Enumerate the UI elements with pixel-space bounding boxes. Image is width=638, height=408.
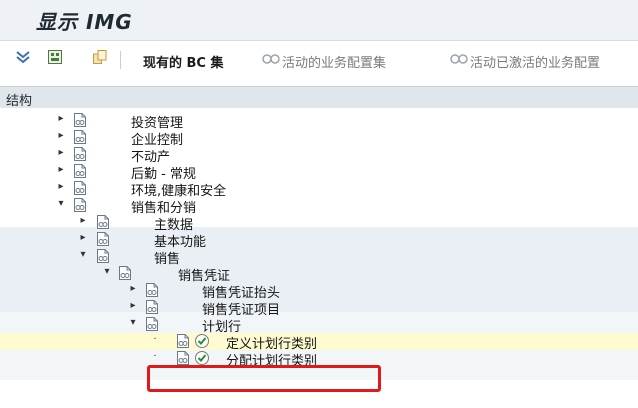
- tree-row[interactable]: ▸ 投资管理: [0, 112, 638, 131]
- page-title: 显示 IMG: [36, 10, 133, 34]
- tree-row[interactable]: ▸ 后勤 - 常规: [0, 163, 638, 182]
- expand-arrow-icon[interactable]: ▸: [128, 283, 138, 294]
- tree-row[interactable]: ▾ 销售: [0, 248, 638, 267]
- documentation-icon[interactable]: [145, 316, 159, 332]
- leaf-bullet-icon[interactable]: ·: [150, 334, 160, 345]
- structure-panel: 结构 ▸ 投资管理 ▸ 企业控制 ▸ 不动产 ▸ 后勤 - 常规 ▸ 环境,健康和安全 ▾ 销售和分销…: [0, 86, 638, 408]
- expand-arrow-icon[interactable]: ▸: [56, 113, 66, 124]
- tree-row[interactable]: ▸ 销售凭证项目: [0, 299, 638, 318]
- tree-row[interactable]: ▾ 销售和分销: [0, 197, 638, 216]
- documentation-icon[interactable]: [176, 333, 190, 349]
- documentation-icon[interactable]: [145, 282, 159, 298]
- documentation-icon[interactable]: [118, 265, 132, 281]
- tree-row[interactable]: ▸ 销售凭证抬头: [0, 282, 638, 301]
- leaf-bullet-icon[interactable]: ·: [150, 351, 160, 362]
- tree-row[interactable]: ▾ 销售凭证: [0, 265, 638, 284]
- title-bar: 显示 IMG: [0, 0, 638, 41]
- toolbar-separator: [120, 51, 121, 69]
- expand-arrow-icon[interactable]: ▸: [56, 147, 66, 158]
- documentation-icon[interactable]: [96, 214, 110, 230]
- active-business-config-button[interactable]: 活动的业务配置集: [282, 52, 386, 71]
- existing-bc-sets-button[interactable]: 现有的 BC 集: [143, 52, 224, 71]
- documentation-icon[interactable]: [73, 180, 87, 196]
- expand-arrow-icon[interactable]: ▸: [56, 181, 66, 192]
- collapse-arrow-icon[interactable]: ▾: [102, 266, 112, 277]
- toolbar: 现有的 BC 集 活动的业务配置集 活动已激活的业务配置: [0, 41, 638, 79]
- execute-activity-icon[interactable]: [194, 333, 210, 349]
- business-config-icon: [262, 54, 280, 64]
- expand-arrow-icon[interactable]: ▸: [128, 300, 138, 311]
- documentation-icon[interactable]: [73, 197, 87, 213]
- structure-header: 结构: [0, 86, 638, 110]
- active-deactivated-config-button[interactable]: 活动已激活的业务配置: [470, 52, 638, 71]
- tree-row[interactable]: ▸ 企业控制: [0, 129, 638, 148]
- documentation-icon[interactable]: [176, 350, 190, 366]
- expand-arrow-icon[interactable]: ▸: [78, 232, 88, 243]
- copy-icon[interactable]: [92, 49, 108, 65]
- business-config-icon: [450, 54, 468, 64]
- documentation-icon[interactable]: [73, 163, 87, 179]
- documentation-icon[interactable]: [145, 299, 159, 315]
- documentation-icon[interactable]: [73, 129, 87, 145]
- tree-row[interactable]: ▸ 基本功能: [0, 231, 638, 250]
- save-layout-icon[interactable]: [47, 49, 63, 65]
- filter-icon[interactable]: [15, 49, 31, 65]
- documentation-icon[interactable]: [96, 231, 110, 247]
- collapse-arrow-icon[interactable]: ▾: [128, 317, 138, 328]
- execute-activity-icon[interactable]: [194, 350, 210, 366]
- tree-row[interactable]: ▸ 主数据: [0, 214, 638, 233]
- tree-row[interactable]: ▸ 不动产: [0, 146, 638, 165]
- structure-header-label: 结构: [6, 94, 33, 109]
- highlight-box: [147, 365, 381, 392]
- tree-row[interactable]: · 定义计划行类别: [0, 333, 638, 352]
- collapse-arrow-icon[interactable]: ▾: [56, 198, 66, 209]
- tree-row[interactable]: ▸ 环境,健康和安全: [0, 180, 638, 199]
- documentation-icon[interactable]: [96, 248, 110, 264]
- expand-arrow-icon[interactable]: ▸: [56, 164, 66, 175]
- collapse-arrow-icon[interactable]: ▾: [78, 249, 88, 260]
- documentation-icon[interactable]: [73, 146, 87, 162]
- tree-row[interactable]: ▾ 计划行: [0, 316, 638, 335]
- expand-arrow-icon[interactable]: ▸: [56, 130, 66, 141]
- expand-arrow-icon[interactable]: ▸: [78, 215, 88, 226]
- documentation-icon[interactable]: [73, 112, 87, 128]
